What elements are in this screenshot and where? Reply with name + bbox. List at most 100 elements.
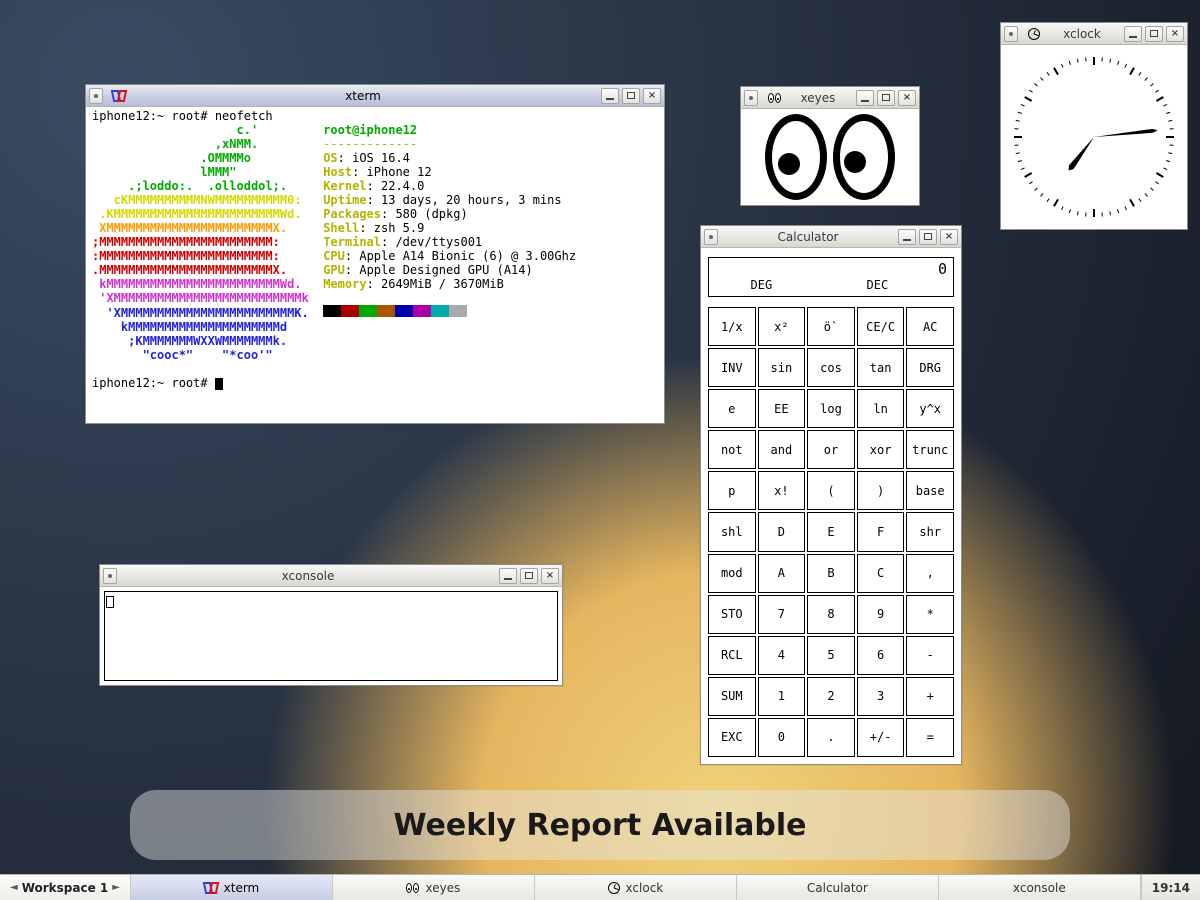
minimize-button[interactable] bbox=[601, 88, 619, 104]
calc-key-[interactable]: - bbox=[906, 636, 954, 675]
xconsole-titlebar[interactable]: xconsole × bbox=[100, 565, 562, 587]
calc-key-9[interactable]: 9 bbox=[857, 595, 905, 634]
maximize-button[interactable] bbox=[877, 90, 895, 106]
maximize-button[interactable] bbox=[1145, 26, 1163, 42]
calc-key-shr[interactable]: shr bbox=[906, 512, 954, 551]
calc-key-[interactable]: + bbox=[906, 677, 954, 716]
task-label: xeyes bbox=[425, 881, 460, 895]
task-xconsole[interactable]: xconsole bbox=[939, 875, 1141, 900]
xterm-titlebar[interactable]: xterm × bbox=[86, 85, 664, 107]
close-button[interactable]: × bbox=[643, 88, 661, 104]
calc-key-ac[interactable]: AC bbox=[906, 307, 954, 346]
close-button[interactable]: × bbox=[898, 90, 916, 106]
calc-key-f[interactable]: F bbox=[857, 512, 905, 551]
calc-key-0[interactable]: 0 bbox=[758, 718, 806, 757]
xclock-face bbox=[1001, 45, 1187, 229]
calc-key-8[interactable]: 8 bbox=[807, 595, 855, 634]
taskbar-clock[interactable]: 19:14 bbox=[1141, 875, 1200, 900]
calc-key-or[interactable]: or bbox=[807, 430, 855, 469]
calc-key-sto[interactable]: STO bbox=[708, 595, 756, 634]
workspace-switcher[interactable]: ◄ Workspace 1 ► bbox=[0, 875, 131, 900]
calc-key-[interactable]: . bbox=[807, 718, 855, 757]
calc-key-x[interactable]: x² bbox=[758, 307, 806, 346]
calculator-window[interactable]: Calculator × 0 DEG DEC 1/xx²ö`CE/CACINVs… bbox=[700, 225, 962, 765]
calc-key-3[interactable]: 3 bbox=[857, 677, 905, 716]
calc-key-yx[interactable]: y^x bbox=[906, 389, 954, 428]
calc-key-c[interactable]: C bbox=[857, 554, 905, 593]
calc-key-[interactable]: ) bbox=[857, 471, 905, 510]
calc-key-cos[interactable]: cos bbox=[807, 348, 855, 387]
calc-key-sin[interactable]: sin bbox=[758, 348, 806, 387]
calculator-titlebar[interactable]: Calculator × bbox=[701, 226, 961, 248]
calc-key-x[interactable]: x! bbox=[758, 471, 806, 510]
maximize-button[interactable] bbox=[520, 568, 538, 584]
calc-key-log[interactable]: log bbox=[807, 389, 855, 428]
calc-key-[interactable]: , bbox=[906, 554, 954, 593]
calc-key-mod[interactable]: mod bbox=[708, 554, 756, 593]
close-button[interactable]: × bbox=[1166, 26, 1184, 42]
calc-key-d[interactable]: D bbox=[758, 512, 806, 551]
calc-key-rcl[interactable]: RCL bbox=[708, 636, 756, 675]
window-menu-button[interactable] bbox=[89, 88, 103, 104]
calc-key-6[interactable]: 6 bbox=[857, 636, 905, 675]
calc-key-inv[interactable]: INV bbox=[708, 348, 756, 387]
xterm-icon bbox=[110, 89, 128, 103]
calc-key-ee[interactable]: EE bbox=[758, 389, 806, 428]
calc-key-not[interactable]: not bbox=[708, 430, 756, 469]
xclock-window[interactable]: xclock × bbox=[1000, 22, 1188, 230]
calc-key-xor[interactable]: xor bbox=[857, 430, 905, 469]
calc-key-sum[interactable]: SUM bbox=[708, 677, 756, 716]
calc-key-[interactable]: ( bbox=[807, 471, 855, 510]
calc-key-and[interactable]: and bbox=[758, 430, 806, 469]
calc-key-[interactable]: +/- bbox=[857, 718, 905, 757]
calc-key-trunc[interactable]: trunc bbox=[906, 430, 954, 469]
xeyes-window[interactable]: xeyes × bbox=[740, 86, 920, 206]
calc-key-[interactable]: ö` bbox=[807, 307, 855, 346]
calc-key-7[interactable]: 7 bbox=[758, 595, 806, 634]
calc-key-a[interactable]: A bbox=[758, 554, 806, 593]
minimize-button[interactable] bbox=[856, 90, 874, 106]
calc-key-base[interactable]: base bbox=[906, 471, 954, 510]
calc-key-tan[interactable]: tan bbox=[857, 348, 905, 387]
xclock-titlebar[interactable]: xclock × bbox=[1001, 23, 1187, 45]
notification-banner[interactable]: Weekly Report Available bbox=[130, 790, 1070, 860]
window-menu-button[interactable] bbox=[1004, 26, 1018, 42]
task-xterm[interactable]: xterm bbox=[131, 875, 333, 900]
maximize-button[interactable] bbox=[919, 229, 937, 245]
workspace-prev-icon[interactable]: ◄ bbox=[6, 882, 22, 893]
minimize-button[interactable] bbox=[499, 568, 517, 584]
calc-key-cec[interactable]: CE/C bbox=[857, 307, 905, 346]
task-calculator[interactable]: Calculator bbox=[737, 875, 939, 900]
calc-key-[interactable]: = bbox=[906, 718, 954, 757]
calc-key-exc[interactable]: EXC bbox=[708, 718, 756, 757]
minimize-button[interactable] bbox=[1124, 26, 1142, 42]
xterm-window[interactable]: xterm × iphone12:~ root# neofetch c.' ro… bbox=[85, 84, 665, 424]
calc-key-p[interactable]: p bbox=[708, 471, 756, 510]
task-xeyes[interactable]: xeyes bbox=[333, 875, 535, 900]
close-button[interactable]: × bbox=[940, 229, 958, 245]
calc-key-e[interactable]: e bbox=[708, 389, 756, 428]
calc-key-2[interactable]: 2 bbox=[807, 677, 855, 716]
xconsole-textbox[interactable] bbox=[104, 591, 558, 681]
xeyes-titlebar[interactable]: xeyes × bbox=[741, 87, 919, 109]
xconsole-window[interactable]: xconsole × bbox=[99, 564, 563, 686]
calc-key-e[interactable]: E bbox=[807, 512, 855, 551]
task-xclock[interactable]: xclock bbox=[535, 875, 737, 900]
window-menu-button[interactable] bbox=[103, 568, 117, 584]
calc-key-4[interactable]: 4 bbox=[758, 636, 806, 675]
calc-key-1x[interactable]: 1/x bbox=[708, 307, 756, 346]
calc-key-1[interactable]: 1 bbox=[758, 677, 806, 716]
maximize-button[interactable] bbox=[622, 88, 640, 104]
window-menu-button[interactable] bbox=[704, 229, 718, 245]
calc-key-b[interactable]: B bbox=[807, 554, 855, 593]
calc-key-ln[interactable]: ln bbox=[857, 389, 905, 428]
calc-key-5[interactable]: 5 bbox=[807, 636, 855, 675]
terminal-output[interactable]: iphone12:~ root# neofetch c.' root@iphon… bbox=[86, 107, 664, 423]
calc-key-shl[interactable]: shl bbox=[708, 512, 756, 551]
window-menu-button[interactable] bbox=[744, 90, 758, 106]
minimize-button[interactable] bbox=[898, 229, 916, 245]
workspace-next-icon[interactable]: ► bbox=[108, 882, 124, 893]
calc-key-[interactable]: * bbox=[906, 595, 954, 634]
calc-key-drg[interactable]: DRG bbox=[906, 348, 954, 387]
close-button[interactable]: × bbox=[541, 568, 559, 584]
